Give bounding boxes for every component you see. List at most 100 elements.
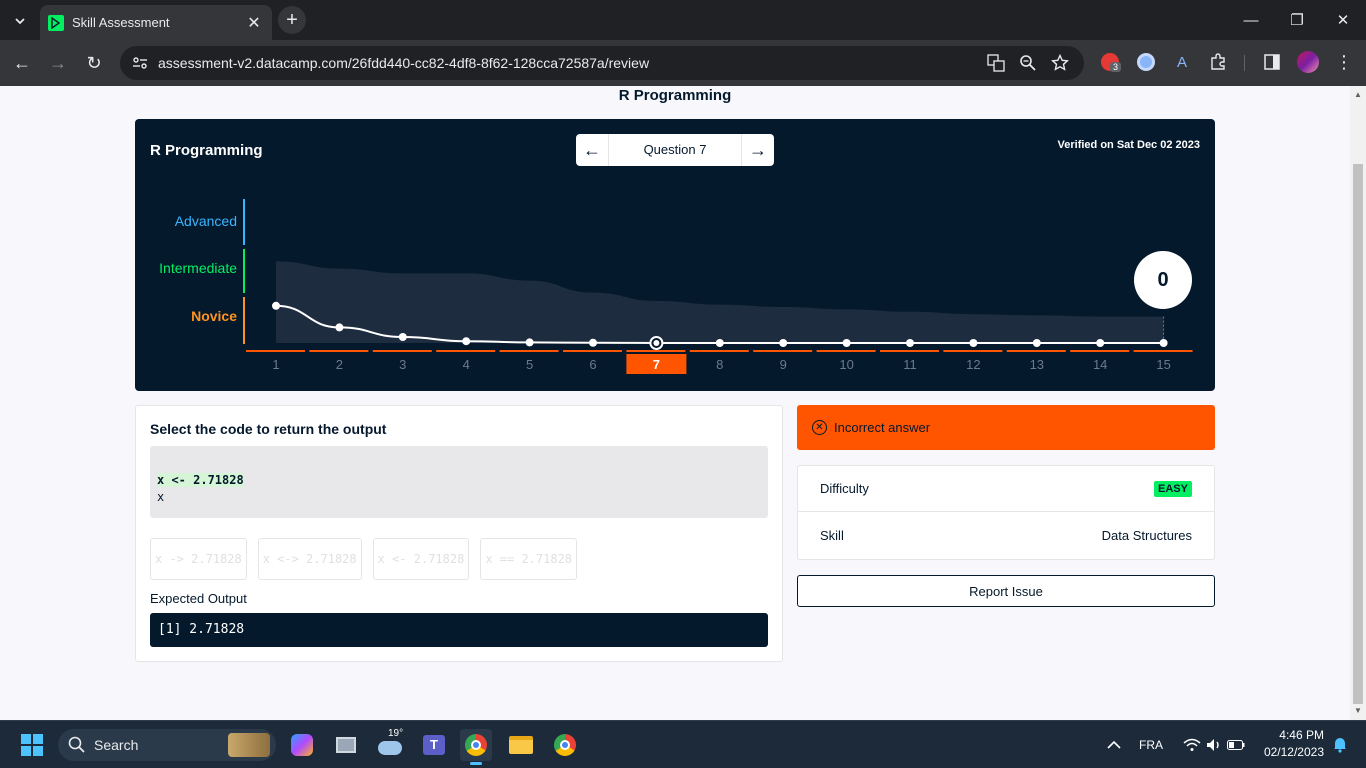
x-tick-label[interactable]: 8 <box>716 357 723 372</box>
x-tick-label[interactable]: 12 <box>966 357 980 372</box>
copilot-icon[interactable] <box>286 729 318 761</box>
back-button[interactable]: ← <box>8 49 36 77</box>
data-point[interactable] <box>462 337 471 346</box>
weather-icon[interactable]: 19° <box>374 728 406 761</box>
task-view-icon[interactable] <box>330 729 362 761</box>
bookmark-star-icon[interactable] <box>1044 47 1076 79</box>
x-tick-label[interactable]: 9 <box>780 357 787 372</box>
reload-button[interactable]: ↻ <box>80 49 108 77</box>
x-tick-label[interactable]: 2 <box>336 357 343 372</box>
language-indicator[interactable]: FRA <box>1139 738 1163 752</box>
answer-option-3[interactable]: x <- 2.71828 <box>372 538 470 580</box>
data-point[interactable] <box>842 339 851 347</box>
x-tick-label[interactable]: 3 <box>399 357 406 372</box>
result-status: Incorrect answer <box>834 420 931 435</box>
skill-row: Skill Data Structures <box>798 512 1214 558</box>
answer-option-1[interactable]: x -> 2.71828 <box>150 538 247 580</box>
x-tick-label[interactable]: 13 <box>1030 357 1044 372</box>
data-point[interactable] <box>1032 339 1041 347</box>
difficulty-label: Difficulty <box>820 481 869 496</box>
chrome-profile-icon[interactable] <box>549 729 581 761</box>
close-window-button[interactable]: ✕ <box>1320 0 1366 40</box>
forward-button[interactable]: → <box>44 49 72 77</box>
tab-search-button[interactable] <box>6 7 34 35</box>
x-tick-label[interactable]: 7 <box>653 357 660 372</box>
windows-start-icon[interactable] <box>16 729 48 761</box>
chrome-icon-active[interactable] <box>460 729 492 765</box>
more-menu-icon[interactable]: ⋮ <box>1330 48 1358 76</box>
zoom-icon[interactable] <box>1012 47 1044 79</box>
data-point[interactable] <box>653 340 660 346</box>
translate-icon[interactable] <box>980 47 1012 79</box>
browser-toolbar: ← → ↻ assessment-v2.datacamp.com/26fdd44… <box>0 40 1366 86</box>
confidence-band <box>276 261 1164 343</box>
x-tick-label[interactable]: 6 <box>589 357 596 372</box>
page-scrollbar[interactable]: ▲ ▼ <box>1350 86 1366 720</box>
restore-button[interactable]: ❐ <box>1274 0 1320 40</box>
minimize-button[interactable]: — <box>1228 0 1274 40</box>
x-tick-label[interactable]: 11 <box>903 357 917 372</box>
scroll-down-icon[interactable]: ▼ <box>1354 706 1362 715</box>
answer-option-4[interactable]: x == 2.71828 <box>480 538 578 580</box>
toolbar-divider <box>1244 55 1245 71</box>
weather-temp: 19° <box>388 728 404 739</box>
site-info-icon[interactable] <box>130 53 150 73</box>
close-tab-icon[interactable]: ✕ <box>246 13 262 33</box>
file-explorer-icon[interactable] <box>505 729 537 761</box>
browser-titlebar: Skill Assessment ✕ + — ❐ ✕ <box>0 0 1366 40</box>
chevron-down-icon <box>15 18 25 25</box>
expected-output-label: Expected Output <box>150 591 247 606</box>
x-tick-label[interactable]: 4 <box>463 357 470 372</box>
report-issue-button[interactable]: Report Issue <box>797 575 1215 607</box>
clock-time[interactable]: 4:46 PM <box>1262 728 1324 742</box>
difficulty-row: Difficulty EASY <box>798 466 1214 512</box>
progress-chart-panel: R Programming ← Question 7 → Verified on… <box>135 119 1215 391</box>
data-point[interactable] <box>1159 339 1168 347</box>
incorrect-answer-banner: ✕ Incorrect answer <box>797 405 1215 450</box>
teams-icon[interactable]: T <box>418 729 450 761</box>
browser-tab[interactable]: Skill Assessment ✕ <box>40 5 272 40</box>
answer-option-2[interactable]: x <-> 2.71828 <box>257 538 362 580</box>
extension-red-icon[interactable]: 3 <box>1096 48 1124 76</box>
side-panel-icon[interactable] <box>1258 48 1286 76</box>
data-point[interactable] <box>335 323 344 332</box>
x-tick-label[interactable]: 1 <box>272 357 279 372</box>
extension-badge: 3 <box>1110 62 1122 72</box>
data-point[interactable] <box>715 339 724 347</box>
data-point[interactable] <box>906 339 914 347</box>
extension-translate-icon[interactable]: A <box>1168 48 1196 76</box>
data-point[interactable] <box>525 338 534 347</box>
data-point[interactable] <box>398 333 407 341</box>
extensions-puzzle-icon[interactable] <box>1204 48 1232 76</box>
data-point[interactable] <box>272 301 280 310</box>
address-bar[interactable]: assessment-v2.datacamp.com/26fdd440-cc82… <box>120 46 1084 80</box>
extension-lens-icon[interactable] <box>1132 48 1160 76</box>
scrollbar-thumb[interactable] <box>1353 164 1363 704</box>
question-meta-card: Difficulty EASY Skill Data Structures <box>797 465 1215 560</box>
code-line-1: x <- 2.71828 <box>157 473 244 487</box>
data-point[interactable] <box>589 338 597 347</box>
clock-date[interactable]: 02/12/2023 <box>1252 745 1324 759</box>
code-line-2: x <box>157 490 165 504</box>
notification-bell-icon[interactable] <box>1324 729 1356 761</box>
taskbar-search[interactable]: Search <box>58 729 276 761</box>
new-tab-button[interactable]: + <box>278 6 306 34</box>
search-label: Search <box>94 737 139 753</box>
data-point[interactable] <box>779 339 788 347</box>
code-snippet: x <- 2.71828 x <box>150 446 768 518</box>
x-tick-label[interactable]: 14 <box>1093 357 1107 372</box>
datacamp-favicon-icon <box>48 14 64 31</box>
question-prompt: Select the code to return the output <box>150 421 387 437</box>
scroll-up-icon[interactable]: ▲ <box>1354 90 1362 99</box>
skill-label: Skill <box>820 527 844 543</box>
x-tick-label[interactable]: 15 <box>1156 357 1170 372</box>
skill-value: Data Structures <box>1101 527 1192 543</box>
x-tick-label[interactable]: 5 <box>526 357 533 372</box>
profile-avatar[interactable] <box>1294 48 1322 76</box>
x-tick-label[interactable]: 10 <box>839 357 853 372</box>
battery-icon[interactable] <box>1220 729 1252 761</box>
data-point[interactable] <box>1096 339 1105 347</box>
tray-overflow-icon[interactable] <box>1098 729 1130 761</box>
score-badge: 0 <box>1134 251 1192 309</box>
data-point[interactable] <box>969 339 978 347</box>
